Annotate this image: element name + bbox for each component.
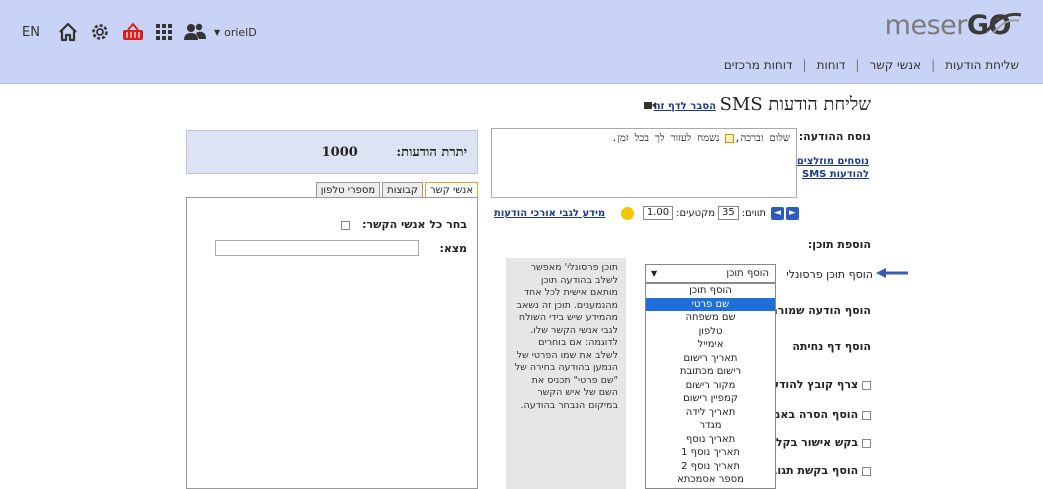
reply-request-checkbox[interactable]	[862, 466, 871, 476]
prev-icon[interactable]: ◄	[771, 206, 784, 220]
segments-count: 1.00	[642, 206, 674, 220]
select-all-label: בחר כל אנשי הקשר:	[362, 218, 467, 231]
nav-reports[interactable]: דוחות	[817, 58, 846, 72]
dropdown-option[interactable]: אימייל	[646, 338, 775, 352]
select-all-row: בחר כל אנשי הקשר:	[341, 218, 467, 231]
dropdown-option[interactable]: מקור רישום	[646, 379, 775, 393]
message-text-start: שלום וברכה,	[734, 133, 790, 144]
chars-label: תווים:	[741, 207, 766, 219]
top-nav: שליחת הודעות|אנשי קשר|דוחות|דוחות מרכזים	[723, 58, 1019, 72]
credits-label: יתרת הודעות:	[396, 145, 467, 160]
personal-content-dropdown: הוסף תוכן שם פרטי שם משפחה טלפון אימייל תאריך…	[645, 283, 776, 489]
nav-send-messages[interactable]: שליחת הודעות	[945, 58, 1019, 72]
header: meserGO שליחת הודעות|אנשי קשר|דוחות|דוחו…	[0, 0, 1043, 84]
chars-count: 35	[718, 206, 739, 220]
recipient-tabs: אנשי קשר קבוצות מספרי טלפון	[315, 182, 478, 198]
tab-groups[interactable]: קבוצות	[382, 182, 423, 198]
dropdown-option[interactable]: מספר אסמכתא	[646, 473, 775, 487]
search-input[interactable]	[215, 240, 419, 256]
personal-content-select[interactable]: הוסף תוכן ▼	[645, 264, 776, 283]
help-link[interactable]: הסבר לדף זה	[654, 101, 716, 112]
landing-page-label: הוסף דף נחיתה	[792, 340, 871, 353]
emoji-icon[interactable]	[620, 206, 634, 220]
message-textarea[interactable]: שלום וברכה, נשמח לעזור לך בכל זמן.	[491, 128, 797, 198]
message-length-info-link[interactable]: מידע לגבי אורכי הודעות	[494, 208, 605, 219]
reply-request-label: הוסף בקשת תגובה	[763, 464, 859, 477]
gear-icon[interactable]	[90, 22, 110, 42]
tab-phone-numbers[interactable]: מספרי טלפון	[315, 182, 381, 198]
personal-content-hint: תוכן פרסונלי' מאפשר לשלב בהודעה תוכן מות…	[506, 258, 626, 489]
personal-content-label: הוסף תוכן פרסונלי	[786, 268, 873, 281]
segments-label: מקטעים:	[676, 207, 715, 219]
dropdown-option[interactable]: שם פרטי	[646, 297, 775, 311]
dropdown-option[interactable]: תאריך נוסף 1	[646, 446, 775, 460]
dropdown-option[interactable]: מגדר	[646, 419, 775, 433]
attach-file-checkbox[interactable]	[862, 380, 871, 390]
logo-swoosh-icon	[985, 12, 1022, 34]
search-label: מצא:	[439, 242, 467, 255]
dropdown-option[interactable]: רישום מכתובת	[646, 365, 775, 379]
dropdown-option[interactable]: תאריך רישום	[646, 352, 775, 366]
select-value: הוסף תוכן	[726, 268, 769, 279]
user-menu[interactable]: ▼ orielD	[214, 26, 257, 39]
home-icon[interactable]	[58, 22, 78, 42]
click-approval-label: בקש אישור בקליק	[764, 436, 859, 449]
templates-link[interactable]: נוסחים מוזלצים להודעות SMS	[789, 155, 869, 181]
username: orielD	[224, 25, 257, 39]
message-text-end: נשמח לעזור לך בכל זמן.	[611, 133, 720, 144]
chevron-down-icon: ▼	[213, 27, 221, 37]
page-title: שליחת הודעות SMS	[719, 94, 871, 115]
nav-contacts[interactable]: אנשי קשר	[869, 58, 921, 72]
dropdown-option[interactable]: קמפיין רישום	[646, 392, 775, 406]
users-icon[interactable]	[183, 23, 206, 41]
arrow-left-icon	[876, 268, 908, 278]
dropdown-option[interactable]: תאריך לידה	[646, 406, 775, 420]
dropdown-option[interactable]: תאריך נוסף	[646, 433, 775, 447]
caret-down-icon: ▼	[651, 269, 658, 278]
dropdown-option[interactable]: הוסף תוכן	[646, 284, 775, 298]
add-content-label: הוספת תוכן:	[807, 238, 871, 251]
message-label: נוסח ההודעה:	[798, 130, 871, 143]
video-icon[interactable]	[644, 101, 656, 110]
next-icon[interactable]: ►	[786, 206, 799, 220]
credits-value: 1000	[321, 145, 358, 160]
dropdown-option[interactable]: שם משפחה	[646, 311, 775, 325]
tab-contacts[interactable]: אנשי קשר	[424, 182, 478, 198]
removal-checkbox[interactable]	[862, 410, 871, 420]
logo-part1: meser	[884, 10, 968, 41]
click-approval-checkbox[interactable]	[862, 438, 871, 448]
apps-grid-icon[interactable]	[155, 24, 172, 40]
attach-file-label: צרף קובץ להודעה	[764, 378, 859, 391]
contacts-panel: בחר כל אנשי הקשר: מצא:	[186, 197, 478, 489]
toolbar: EN ▼ orielD	[22, 21, 257, 43]
basket-icon[interactable]	[122, 22, 144, 42]
message-counter: ► ◄ תווים: 35 מקטעים: 1.00 מידע לגבי אור…	[494, 205, 799, 221]
nav-summary-reports[interactable]: דוחות מרכזים	[724, 58, 793, 72]
language-switch[interactable]: EN	[22, 25, 40, 40]
dropdown-option[interactable]: טלפון	[646, 325, 775, 339]
select-all-checkbox[interactable]	[341, 220, 351, 230]
dropdown-option[interactable]: תאריך נוסף 2	[646, 460, 775, 474]
credits-box: יתרת הודעות: 1000	[186, 130, 478, 174]
